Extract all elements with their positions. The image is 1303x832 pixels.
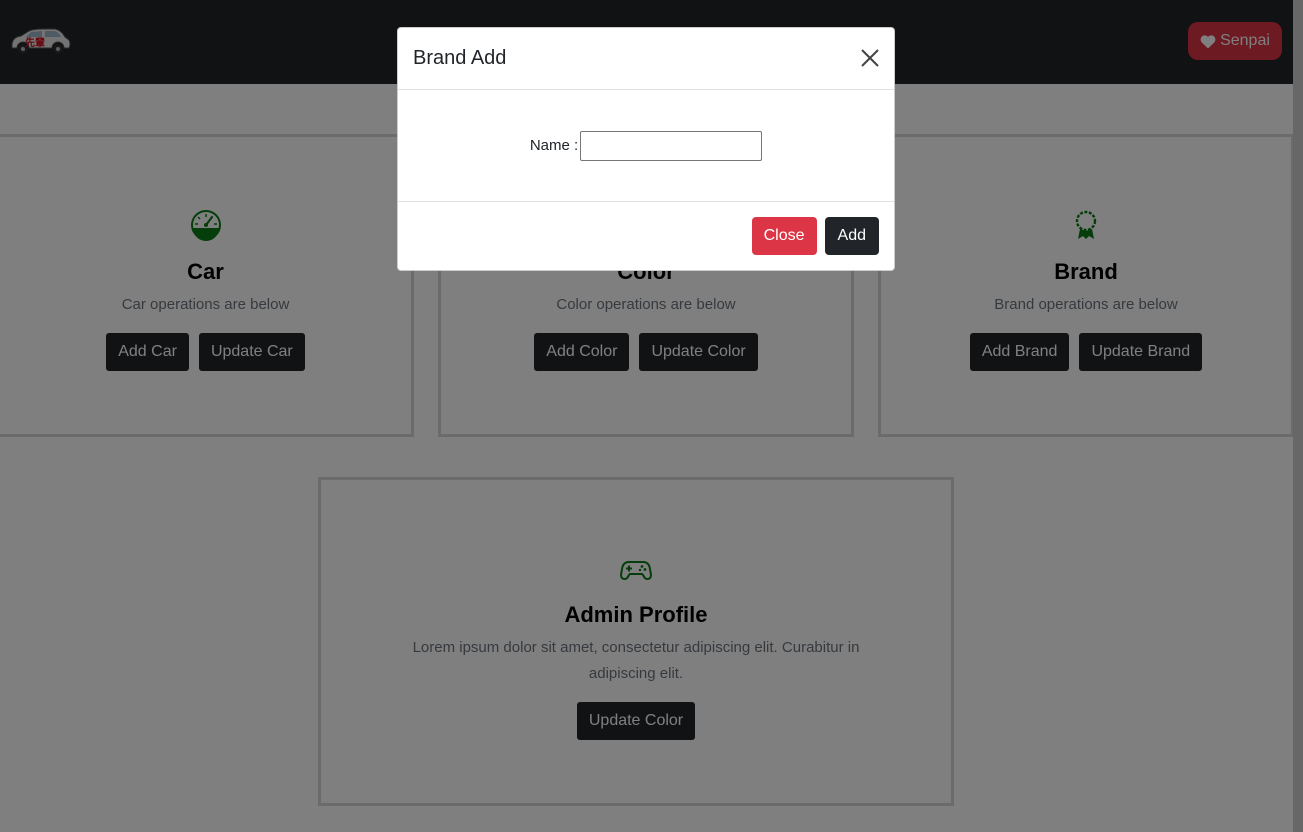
modal-title: Brand Add bbox=[413, 47, 507, 69]
modal-body: Name : bbox=[398, 90, 894, 201]
modal-header: Brand Add bbox=[398, 28, 894, 90]
close-button[interactable]: Close bbox=[751, 217, 817, 255]
brand-add-modal: Brand Add Name : Close Add bbox=[397, 27, 895, 271]
name-input[interactable] bbox=[580, 130, 763, 161]
close-icon[interactable] bbox=[860, 48, 880, 68]
add-button[interactable]: Add bbox=[824, 217, 879, 255]
name-label: Name : bbox=[529, 137, 579, 154]
modal-footer: Close Add bbox=[398, 201, 894, 270]
